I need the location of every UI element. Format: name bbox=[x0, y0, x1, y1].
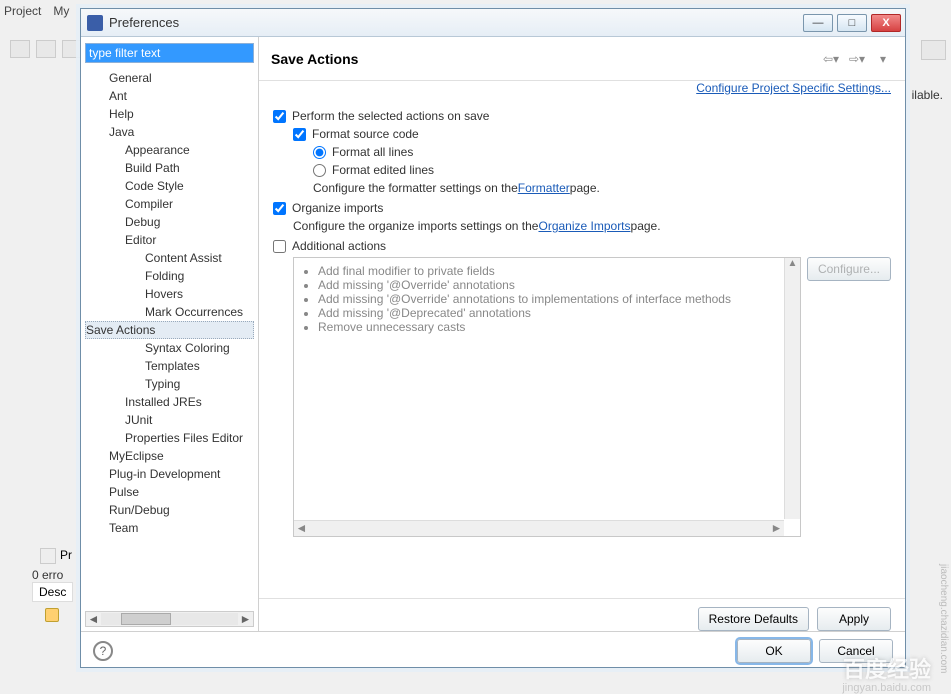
tree-item-ant[interactable]: Ant bbox=[85, 87, 254, 105]
organize-imports-label: Organize imports bbox=[292, 201, 383, 215]
tree-item-templates[interactable]: Templates bbox=[85, 357, 254, 375]
ok-button[interactable]: OK bbox=[737, 639, 811, 663]
list-item: Add missing '@Deprecated' annotations bbox=[318, 306, 792, 320]
preferences-dialog: Preferences — □ X General Ant Help Java … bbox=[80, 8, 906, 668]
tree-item-general[interactable]: General bbox=[85, 69, 254, 87]
format-source-label: Format source code bbox=[312, 127, 419, 141]
bg-description-header: Desc bbox=[32, 582, 73, 602]
watermark-url: jingyan.baidu.com bbox=[842, 682, 931, 694]
additional-actions-label: Additional actions bbox=[292, 239, 386, 253]
titlebar[interactable]: Preferences — □ X bbox=[81, 9, 905, 37]
filter-input[interactable] bbox=[85, 43, 254, 63]
scroll-up-icon[interactable]: ▲ bbox=[785, 258, 800, 273]
configure-button[interactable]: Configure... bbox=[807, 257, 891, 281]
nav-back-icon[interactable]: ⇦▾ bbox=[821, 51, 841, 67]
list-item: Add missing '@Override' annotations bbox=[318, 278, 792, 292]
tree-item-hovers[interactable]: Hovers bbox=[85, 285, 254, 303]
preferences-tree[interactable]: General Ant Help Java Appearance Build P… bbox=[85, 67, 254, 611]
list-item: Add final modifier to private fields bbox=[318, 264, 792, 278]
window-title: Preferences bbox=[109, 15, 803, 30]
tree-item-help[interactable]: Help bbox=[85, 105, 254, 123]
tree-item-junit[interactable]: JUnit bbox=[85, 411, 254, 429]
watermark-side: jiaocheng.chazidian.com bbox=[938, 564, 949, 674]
scroll-left-icon[interactable]: ◄ bbox=[86, 612, 101, 626]
bg-problems-tab: Pr bbox=[40, 548, 72, 564]
minimize-button[interactable]: — bbox=[803, 14, 833, 32]
formatter-post: page. bbox=[570, 181, 600, 195]
tree-item-team[interactable]: Team bbox=[85, 519, 254, 537]
format-edited-label: Format edited lines bbox=[332, 163, 434, 177]
maximize-button[interactable]: □ bbox=[837, 14, 867, 32]
tree-item-mark-occurrences[interactable]: Mark Occurrences bbox=[85, 303, 254, 321]
bg-text-available: ilable. bbox=[912, 88, 943, 102]
scroll-right-icon[interactable]: ► bbox=[769, 521, 784, 536]
right-panel: Save Actions ⇦▾ ⇨▾ ▾ Configure Project S… bbox=[259, 37, 905, 631]
tree-item-compiler[interactable]: Compiler bbox=[85, 195, 254, 213]
list-vertical-scrollbar[interactable]: ▲ bbox=[784, 258, 800, 519]
tree-horizontal-scrollbar[interactable]: ◄ ► bbox=[85, 611, 254, 627]
formatter-text: Configure the formatter settings on the bbox=[313, 181, 518, 195]
tree-item-java[interactable]: Java bbox=[85, 123, 254, 141]
tree-item-folding[interactable]: Folding bbox=[85, 267, 254, 285]
tree-item-pulse[interactable]: Pulse bbox=[85, 483, 254, 501]
list-horizontal-scrollbar[interactable]: ◄ ► bbox=[294, 520, 784, 536]
bg-errors-text: 0 erro bbox=[32, 568, 63, 582]
help-icon[interactable]: ? bbox=[93, 641, 113, 661]
tree-item-properties-files-editor[interactable]: Properties Files Editor bbox=[85, 429, 254, 447]
tree-item-code-style[interactable]: Code Style bbox=[85, 177, 254, 195]
format-all-label: Format all lines bbox=[332, 145, 413, 159]
bg-menu: ProjectMy bbox=[0, 2, 73, 20]
bg-right-button bbox=[921, 40, 946, 60]
format-edited-radio[interactable] bbox=[313, 164, 326, 177]
additional-actions-checkbox[interactable] bbox=[273, 240, 286, 253]
organize-text: Configure the organize imports settings … bbox=[293, 219, 538, 233]
tree-item-installed-jres[interactable]: Installed JREs bbox=[85, 393, 254, 411]
organize-imports-checkbox[interactable] bbox=[273, 202, 286, 215]
organize-imports-link[interactable]: Organize Imports bbox=[538, 219, 630, 233]
bg-toolbar bbox=[10, 40, 82, 58]
scroll-right-icon[interactable]: ► bbox=[238, 612, 253, 626]
bg-warning-icon bbox=[45, 608, 59, 622]
tree-item-syntax-coloring[interactable]: Syntax Coloring bbox=[85, 339, 254, 357]
tree-item-debug[interactable]: Debug bbox=[85, 213, 254, 231]
apply-button[interactable]: Apply bbox=[817, 607, 891, 631]
tree-item-content-assist[interactable]: Content Assist bbox=[85, 249, 254, 267]
restore-defaults-button[interactable]: Restore Defaults bbox=[698, 607, 809, 631]
configure-project-specific-link[interactable]: Configure Project Specific Settings... bbox=[696, 81, 891, 95]
tree-item-save-actions[interactable]: Save Actions bbox=[85, 321, 254, 339]
app-icon bbox=[87, 15, 103, 31]
tree-item-run-debug[interactable]: Run/Debug bbox=[85, 501, 254, 519]
nav-forward-icon[interactable]: ⇨▾ bbox=[847, 51, 867, 67]
list-item: Remove unnecessary casts bbox=[318, 320, 792, 334]
organize-post: page. bbox=[631, 219, 661, 233]
formatter-link[interactable]: Formatter bbox=[518, 181, 570, 195]
scroll-thumb[interactable] bbox=[121, 613, 171, 625]
perform-actions-checkbox[interactable] bbox=[273, 110, 286, 123]
format-source-checkbox[interactable] bbox=[293, 128, 306, 141]
page-title: Save Actions bbox=[271, 51, 821, 67]
perform-actions-label: Perform the selected actions on save bbox=[292, 109, 489, 123]
additional-actions-list: Add final modifier to private fields Add… bbox=[293, 257, 801, 537]
format-all-radio[interactable] bbox=[313, 146, 326, 159]
scroll-left-icon[interactable]: ◄ bbox=[294, 521, 309, 536]
tree-item-editor[interactable]: Editor bbox=[85, 231, 254, 249]
close-button[interactable]: X bbox=[871, 14, 901, 32]
tree-item-typing[interactable]: Typing bbox=[85, 375, 254, 393]
tree-item-myeclipse[interactable]: MyEclipse bbox=[85, 447, 254, 465]
tree-item-plugin-development[interactable]: Plug-in Development bbox=[85, 465, 254, 483]
tree-item-appearance[interactable]: Appearance bbox=[85, 141, 254, 159]
tree-item-build-path[interactable]: Build Path bbox=[85, 159, 254, 177]
cancel-button[interactable]: Cancel bbox=[819, 639, 893, 663]
nav-menu-icon[interactable]: ▾ bbox=[873, 51, 893, 67]
list-item: Add missing '@Override' annotations to i… bbox=[318, 292, 792, 306]
left-panel: General Ant Help Java Appearance Build P… bbox=[81, 37, 259, 631]
